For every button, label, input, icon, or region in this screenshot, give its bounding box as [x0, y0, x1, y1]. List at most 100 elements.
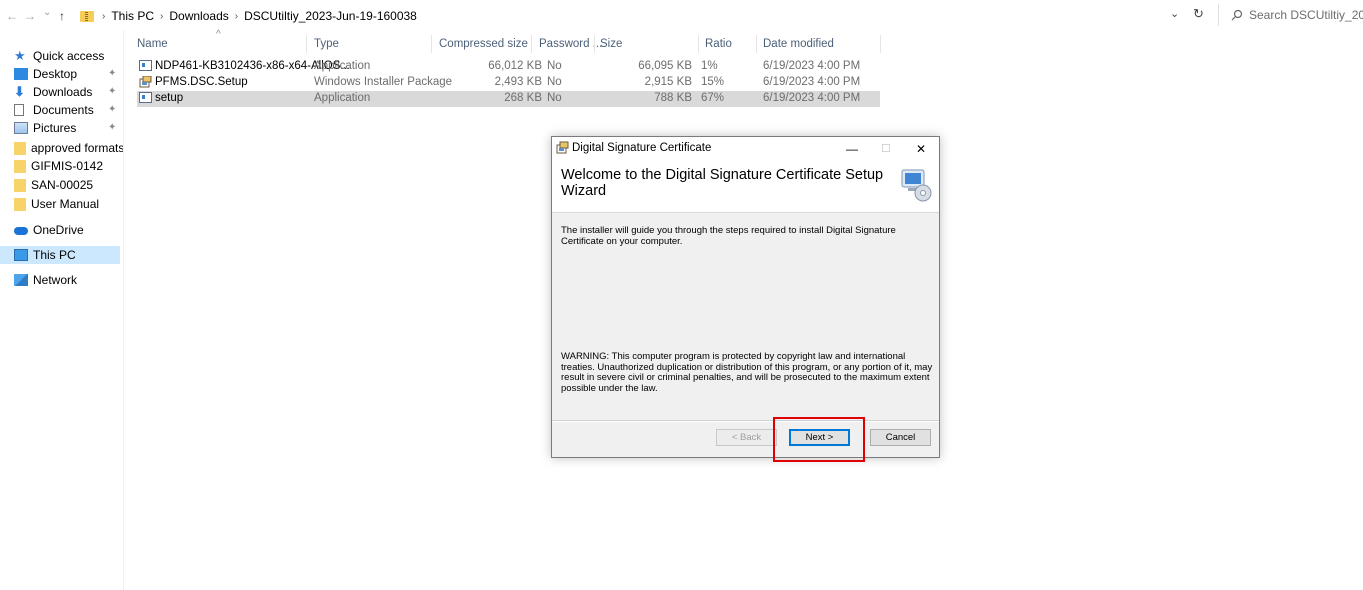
breadcrumb-downloads[interactable]: Downloads	[169, 9, 228, 23]
file-compressed-size: 268 KB	[504, 92, 542, 104]
application-icon	[139, 92, 152, 104]
column-header-ratio[interactable]: Ratio	[705, 38, 732, 50]
column-divider[interactable]	[594, 35, 595, 53]
column-divider[interactable]	[306, 35, 307, 53]
sidebar-onedrive[interactable]: OneDrive	[14, 221, 84, 239]
forward-arrow-icon[interactable]: →	[24, 9, 36, 23]
file-size: 66,095 KB	[638, 60, 692, 72]
star-icon: ★	[14, 48, 26, 63]
dialog-header: Welcome to the Digital Signature Certifi…	[552, 159, 939, 213]
recent-locations-icon[interactable]: ⌄	[43, 7, 51, 18]
column-divider[interactable]	[880, 35, 881, 53]
file-type: Application	[314, 92, 371, 104]
dialog-title-bar[interactable]: Digital Signature Certificate — ☐ ✕	[552, 137, 939, 159]
sidebar-label: approved formats	[31, 141, 125, 155]
search-placeholder: Search DSCUtiltiy_2023-Ju	[1249, 8, 1363, 22]
breadcrumb[interactable]: › This PC › Downloads › DSCUtiltiy_2023-…	[80, 6, 1180, 26]
file-password: No	[547, 60, 562, 72]
copyright-warning: WARNING: This computer program is protec…	[561, 351, 933, 394]
sort-ascending-icon: ^	[216, 29, 221, 40]
pin-icon[interactable]: ✦	[108, 68, 116, 79]
close-icon[interactable]: ✕	[916, 142, 926, 156]
file-date: 6/19/2023 4:00 PM	[763, 92, 861, 104]
file-name: PFMS.DSC.Setup	[155, 76, 248, 89]
pane-divider	[123, 30, 124, 590]
back-button[interactable]: < Back	[716, 429, 777, 446]
folder-icon	[14, 197, 26, 211]
file-size: 2,915 KB	[644, 76, 692, 88]
refresh-icon[interactable]: ↻	[1193, 6, 1204, 22]
maximize-icon[interactable]: ☐	[881, 142, 891, 155]
search-box[interactable]: Search DSCUtiltiy_2023-Ju	[1218, 4, 1363, 26]
file-compressed-size: 66,012 KB	[488, 60, 542, 72]
computer-setup-icon	[901, 169, 932, 202]
sidebar-item-downloads[interactable]: ⬇ Downloads	[14, 83, 92, 101]
breadcrumb-this-pc[interactable]: This PC	[111, 9, 154, 23]
sidebar-label: Quick access	[33, 49, 105, 63]
chevron-right-icon: ›	[160, 10, 164, 22]
sidebar-quick-access[interactable]: ★ Quick access	[14, 47, 104, 65]
pin-icon[interactable]: ✦	[108, 122, 116, 133]
column-divider[interactable]	[531, 35, 532, 53]
installer-package-icon	[556, 141, 569, 154]
file-name-cell: PFMS.DSC.Setup	[139, 76, 248, 88]
sidebar-item-user-manual[interactable]: User Manual	[14, 195, 99, 213]
column-header-type[interactable]: Type	[314, 38, 339, 50]
sidebar-item-san[interactable]: SAN-00025	[14, 176, 93, 194]
file-password: No	[547, 76, 562, 88]
file-date: 6/19/2023 4:00 PM	[763, 76, 861, 88]
up-arrow-icon[interactable]: ↑	[59, 9, 65, 23]
back-arrow-icon[interactable]: ←	[6, 9, 18, 23]
network-icon	[14, 274, 28, 286]
sidebar-network[interactable]: Network	[14, 271, 77, 289]
file-row-selected[interactable]: setup Application 268 KB No 788 KB 67% 6…	[137, 91, 880, 107]
file-row[interactable]: PFMS.DSC.Setup Windows Installer Package…	[137, 75, 880, 91]
column-header-compressed-size[interactable]: Compressed size	[439, 38, 528, 50]
file-size: 788 KB	[654, 92, 692, 104]
address-bar-area: ← → ⌄ ↑ › This PC › Downloads › DSCUtilt…	[0, 0, 1363, 30]
pin-icon[interactable]: ✦	[108, 104, 116, 115]
installer-package-icon	[139, 76, 152, 88]
column-divider[interactable]	[756, 35, 757, 53]
folder-icon	[14, 141, 26, 155]
sidebar-label: Desktop	[33, 67, 78, 81]
pictures-icon	[14, 122, 28, 134]
file-password: No	[547, 92, 562, 104]
wizard-heading: Welcome to the Digital Signature Certifi…	[561, 167, 884, 199]
file-ratio: 1%	[701, 60, 718, 72]
search-icon	[1231, 9, 1243, 21]
sidebar-item-pictures[interactable]: Pictures	[14, 119, 76, 137]
sidebar-item-approved-formats[interactable]: approved formats	[14, 139, 124, 157]
column-header-password[interactable]: Password ...	[539, 38, 602, 50]
folder-icon	[14, 159, 26, 173]
sidebar-item-desktop[interactable]: Desktop	[14, 65, 77, 83]
column-header-name[interactable]: Name	[137, 38, 168, 50]
column-divider[interactable]	[431, 35, 432, 53]
sidebar-label: Network	[33, 273, 78, 287]
address-dropdown-icon[interactable]: ⌄	[1170, 7, 1179, 20]
setup-wizard-dialog: Digital Signature Certificate — ☐ ✕ Welc…	[551, 136, 940, 458]
sidebar-label: OneDrive	[33, 223, 84, 237]
file-row[interactable]: NDP461-KB3102436-x86-x64-AllOS... Applic…	[137, 59, 880, 75]
sidebar-label: Downloads	[33, 85, 93, 99]
sidebar-label: User Manual	[31, 197, 100, 211]
column-header-size[interactable]: Size	[600, 38, 622, 50]
footer-divider	[552, 420, 939, 422]
file-type: Application	[314, 60, 371, 72]
file-compressed-size: 2,493 KB	[494, 76, 542, 88]
desktop-icon	[14, 68, 28, 80]
zip-folder-icon	[80, 10, 94, 22]
file-name-cell: setup	[139, 92, 183, 104]
sidebar-item-gifmis[interactable]: GIFMIS-0142	[14, 157, 103, 175]
cancel-button[interactable]: Cancel	[870, 429, 931, 446]
column-divider[interactable]	[698, 35, 699, 53]
folder-icon	[14, 178, 26, 192]
column-header-date-modified[interactable]: Date modified	[763, 38, 834, 50]
pin-icon[interactable]: ✦	[108, 86, 116, 97]
sidebar-item-documents[interactable]: Documents	[14, 101, 94, 119]
file-type: Windows Installer Package	[314, 76, 453, 88]
minimize-icon[interactable]: —	[846, 142, 858, 156]
dialog-title: Digital Signature Certificate	[572, 142, 712, 154]
sidebar-this-pc[interactable]: This PC	[14, 246, 76, 264]
breadcrumb-current-folder[interactable]: DSCUtiltiy_2023-Jun-19-160038	[244, 9, 417, 23]
